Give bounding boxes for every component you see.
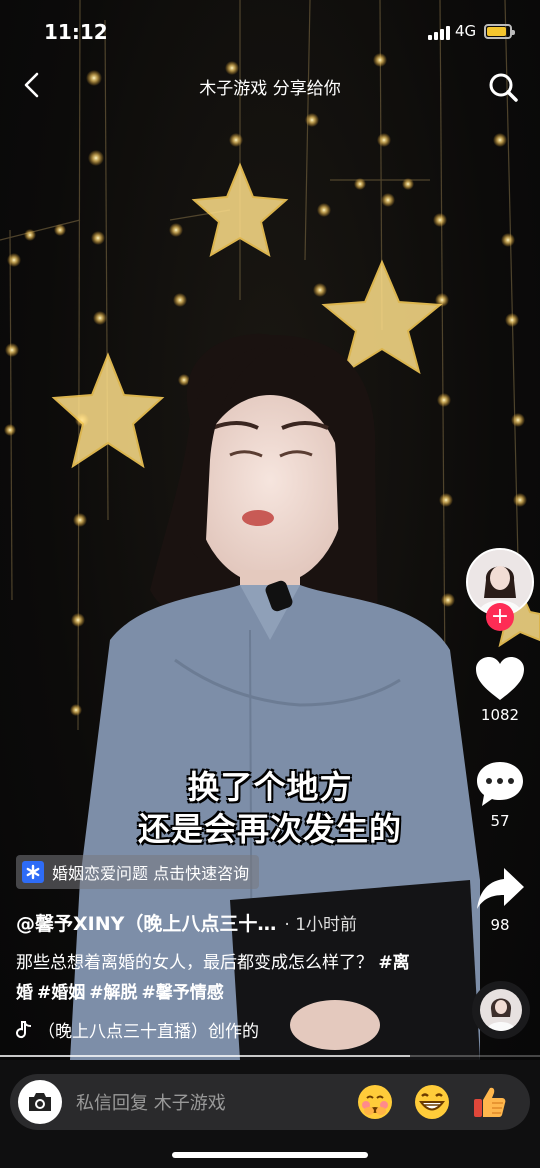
camera-icon [29, 1093, 51, 1111]
video-progress-bar[interactable] [0, 1055, 540, 1057]
home-indicator [172, 1152, 368, 1158]
camera-button[interactable] [18, 1080, 62, 1124]
network-type: 4G [455, 22, 477, 40]
video-description: 那些总想着离婚的女人，最后都变成怎么样了？ #离婚 #婚姻 #解脱 #馨予情感 [16, 948, 416, 1008]
battery-icon [484, 24, 515, 39]
like-button[interactable]: 1082 [470, 656, 530, 724]
status-bar: 11:12 4G [0, 0, 540, 62]
subtitle-line-1: 换了个地方 [187, 768, 353, 806]
status-time: 11:12 [44, 20, 108, 44]
music-info[interactable]: （晚上八点三十直播）创作的 [16, 1017, 259, 1042]
music-disc[interactable] [472, 981, 530, 1039]
reply-input[interactable] [74, 1086, 338, 1120]
music-note-icon [16, 1020, 32, 1038]
share-title: 木子游戏 分享给你 [199, 79, 341, 99]
author-name[interactable]: @馨予XINY（晚上八点三十… [16, 913, 276, 935]
signal-icon [428, 24, 452, 40]
share-button[interactable]: 98 [470, 866, 530, 934]
consult-chip[interactable]: 婚姻恋爱问题 点击快速咨询 [16, 855, 260, 889]
search-icon [489, 73, 518, 102]
bottom-reply-bar [0, 1060, 540, 1168]
share-count: 98 [490, 916, 510, 934]
description-text: 那些总想着离婚的女人，最后都变成怎么样了？ [16, 953, 373, 973]
hashtag[interactable]: #解脱 [89, 983, 137, 1003]
reply-box [10, 1074, 530, 1130]
shy-emoji-icon[interactable] [356, 1083, 394, 1121]
disc-cover-image [480, 989, 522, 1031]
author-line[interactable]: @馨予XINY（晚上八点三十… · 1小时前 [16, 909, 357, 936]
thumbs-up-emoji-icon[interactable] [470, 1083, 508, 1121]
like-count: 1082 [480, 706, 520, 724]
follow-button[interactable]: + [486, 603, 514, 631]
music-title: （晚上八点三十直播）创作的 [38, 1022, 259, 1042]
hashtag[interactable]: #婚姻 [37, 983, 85, 1003]
asterisk-icon [22, 861, 44, 883]
heart-icon [476, 657, 524, 700]
search-button[interactable] [486, 70, 520, 104]
subtitle-line-2: 还是会再次发生的 [137, 810, 402, 848]
share-arrow-icon [477, 868, 524, 909]
grin-emoji-icon[interactable] [413, 1083, 451, 1121]
consult-chip-label: 婚姻恋爱问题 点击快速咨询 [52, 864, 250, 883]
hashtag[interactable]: #馨予情感 [142, 983, 224, 1003]
post-time: · 1小时前 [284, 915, 358, 935]
